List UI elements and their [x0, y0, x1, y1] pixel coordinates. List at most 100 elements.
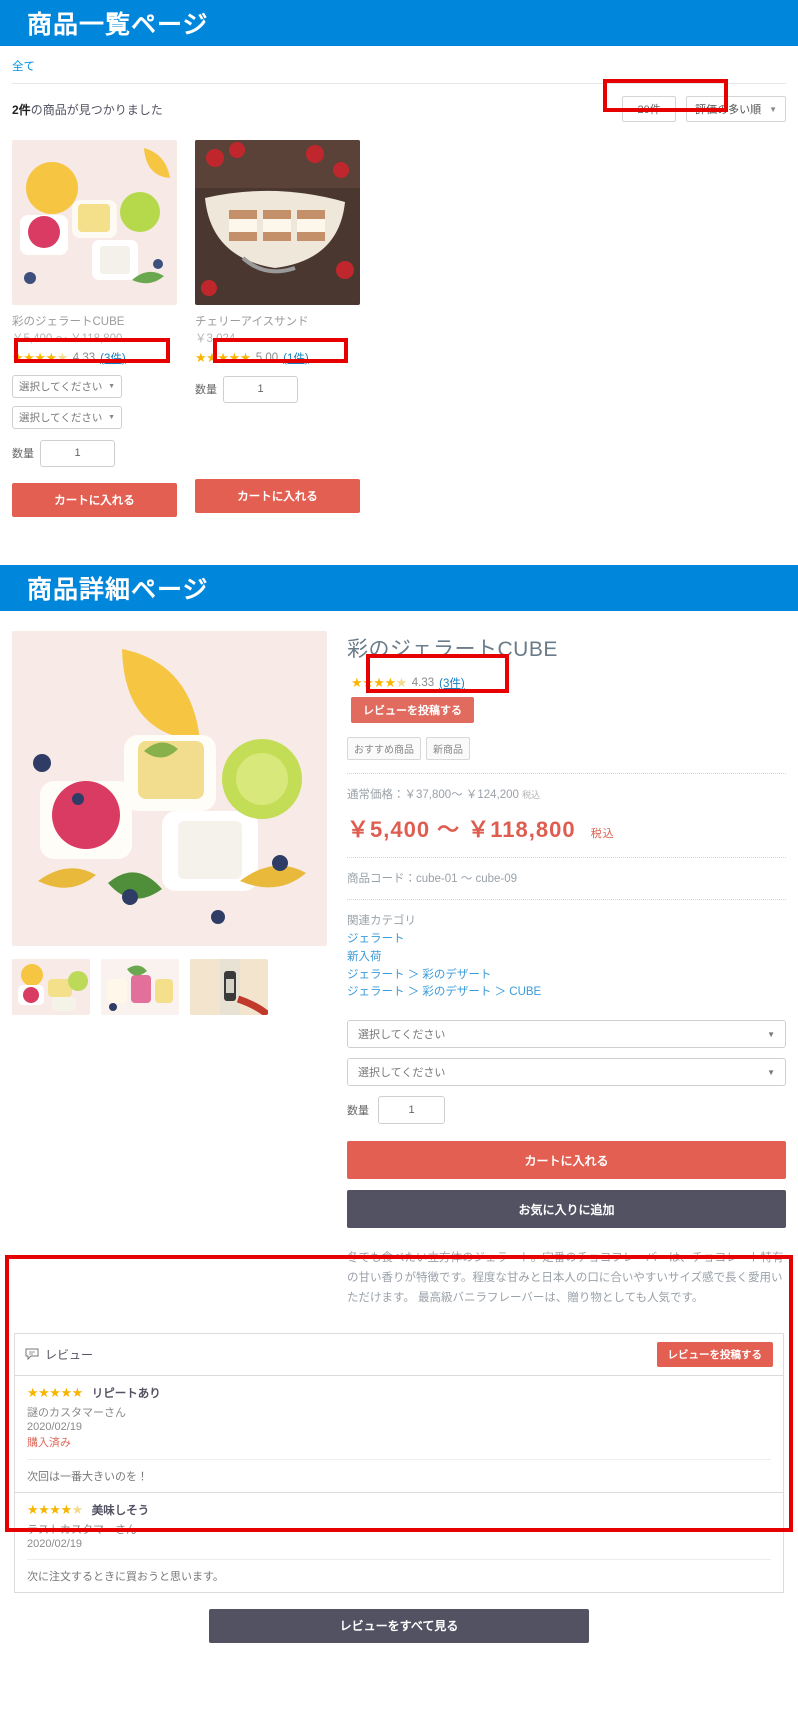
category-link-3[interactable]: ジェラート ＞ 彩のデザート — [347, 967, 786, 985]
product-grid: 彩のジェラートCUBE ￥5,400 ～ ￥118,800 ★★★★★ 4.33… — [12, 132, 786, 517]
rating-value-2: 5.00 — [255, 351, 279, 364]
per-page-select[interactable]: 20件 — [622, 96, 677, 122]
review-count-link-2[interactable]: (1件) — [283, 350, 309, 366]
chevron-down-icon: ▼ — [769, 104, 777, 114]
star-icon-group: ★★★★★ — [351, 676, 407, 689]
result-count-text: の商品が見つかりました — [30, 102, 163, 117]
tag-new: 新商品 — [426, 736, 470, 760]
stars-empty: ★ — [71, 1502, 84, 1518]
product-option-select-1a[interactable]: 選択してください ▼ — [12, 374, 122, 398]
detail-main-image[interactable] — [12, 630, 327, 946]
stars-filled: ★★★★ — [351, 675, 396, 691]
add-to-cart-button-1[interactable]: カートに入れる — [12, 482, 177, 517]
tag-recommended: おすすめ商品 — [347, 736, 421, 760]
detail-option-select-b[interactable]: 選択してください ▼ — [347, 1058, 786, 1087]
star-icon-group: ★★★★★ — [27, 1386, 83, 1399]
review-date-2: 2020/02/19 — [27, 1537, 83, 1550]
normal-price-label: 通常価格： — [347, 788, 405, 801]
detail-rating: ★★★★★ 4.33 (3件) — [351, 674, 786, 692]
star-half-icon: ★ — [56, 350, 69, 366]
category-link-1[interactable]: ジェラート — [347, 931, 786, 949]
per-page-label: 20件 — [637, 104, 661, 116]
listing-banner: 商品一覧ページ — [0, 0, 798, 46]
product-price-2: ￥3,024 — [195, 332, 236, 345]
thumbnail-photo-2 — [101, 958, 179, 1015]
category-link-2[interactable]: 新入荷 — [347, 949, 786, 967]
screenshot-root: 商品一覧ページ 全て 2件の商品が見つかりました 20件 評価の多い順 ▼ 彩の… — [0, 0, 798, 1673]
gelato-cube-main-photo — [12, 630, 327, 946]
breadcrumb[interactable]: 全て — [12, 46, 786, 84]
product-image-1[interactable] — [12, 140, 177, 305]
product-option-select-1b[interactable]: 選択してください ▼ — [12, 405, 122, 429]
quantity-row-2: 数量 1 — [195, 375, 360, 403]
detail-quantity-value: 1 — [408, 1104, 415, 1117]
speech-bubble-icon — [25, 1348, 39, 1361]
category-link-4[interactable]: ジェラート ＞ 彩のデザート ＞ CUBE — [347, 984, 786, 1002]
see-all-reviews-button[interactable]: レビューをすべて見る — [209, 1608, 589, 1643]
review-date-1: 2020/02/19 — [27, 1420, 83, 1433]
post-review-button[interactable]: レビューを投稿する — [351, 696, 474, 723]
detail-option-select-a[interactable]: 選択してください ▼ — [347, 1020, 786, 1049]
product-image-2[interactable] — [195, 140, 360, 305]
quantity-input-1[interactable]: 1 — [40, 439, 115, 467]
detail-thumbnail-1[interactable] — [12, 958, 90, 1015]
detail-banner-title: 商品詳細ページ — [27, 575, 209, 604]
stars-filled: ★★★★ — [12, 350, 57, 366]
review-title-2: 美味しそう — [91, 1504, 150, 1517]
review-author-1: 謎のカスタマーさん — [27, 1406, 126, 1419]
review-purchased-badge-1: 購入済み — [27, 1436, 71, 1449]
thumbnail-photo-3 — [190, 958, 268, 1015]
product-code-label: 商品コード： — [347, 872, 416, 885]
detail-quantity-input[interactable]: 1 — [378, 1096, 445, 1125]
sale-price-value: ￥5,400 ～ ￥118,800 — [347, 816, 576, 842]
add-to-favorites-button[interactable]: お気に入りに追加 — [347, 1190, 786, 1229]
related-categories-heading: 関連カテゴリ — [347, 914, 416, 927]
product-card-1[interactable]: 彩のジェラートCUBE ￥5,400 ～ ￥118,800 ★★★★★ 4.33… — [12, 140, 177, 517]
gelato-cube-photo — [12, 140, 177, 305]
product-code-row: 商品コード：cube-01 ～ cube-09 — [347, 870, 786, 886]
normal-price-row: 通常価格：￥37,800～ ￥124,200 税込 — [347, 786, 786, 802]
listing-body: 全て 2件の商品が見つかりました 20件 評価の多い順 ▼ 彩のジェラートCUB… — [0, 46, 798, 517]
detail-thumbnail-3[interactable] — [190, 958, 268, 1015]
product-name-2[interactable]: チェリーアイスサンド — [195, 314, 360, 331]
review-author-2: テストカスタマーさん — [27, 1523, 137, 1536]
detail-banner: 商品詳細ページ — [0, 564, 798, 611]
product-code-value: cube-01 ～ cube-09 — [416, 872, 518, 885]
sale-price-row: ￥5,400 ～ ￥118,800 税込 — [347, 812, 786, 844]
option-label-1a: 選択してください — [19, 380, 103, 393]
product-tags: おすすめ商品 新商品 — [347, 736, 786, 760]
quantity-input-2[interactable]: 1 — [223, 375, 298, 403]
product-rating-1: ★★★★★ 4.33 (3件) — [12, 349, 177, 367]
cherry-ice-sandwich-photo — [195, 140, 360, 305]
detail-review-count-link[interactable]: (3件) — [439, 675, 465, 691]
page-title: 彩のジェラートCUBE — [347, 637, 558, 661]
product-name-1[interactable]: 彩のジェラートCUBE — [12, 314, 177, 331]
detail-quantity-label: 数量 — [347, 1105, 369, 1118]
review-header-title: レビュー — [45, 1347, 94, 1362]
quantity-label-1: 数量 — [12, 448, 34, 461]
thumbnail-photo-1 — [12, 958, 90, 1015]
detail-body: 彩のジェラートCUBE ★★★★★ 4.33 (3件) レビューを投稿する おす… — [0, 611, 798, 1309]
product-card-2[interactable]: チェリーアイスサンド ￥3,024 ★★★★★ 5.00 (1件) 数量 1 カ… — [195, 140, 360, 517]
detail-rating-block: ★★★★★ 4.33 (3件) レビューを投稿する — [347, 670, 786, 723]
review-title-1: リピートあり — [91, 1387, 161, 1400]
detail-option-label-b: 選択してください — [358, 1067, 446, 1080]
review-count-link-1[interactable]: (3件) — [100, 350, 126, 366]
breadcrumb-all[interactable]: 全て — [12, 61, 35, 73]
quantity-value-1: 1 — [74, 447, 81, 460]
detail-info: 彩のジェラートCUBE ★★★★★ 4.33 (3件) レビューを投稿する おす… — [347, 631, 786, 1309]
option-label-1b: 選択してください — [19, 411, 103, 424]
review-post-button[interactable]: レビューを投稿する — [656, 1341, 773, 1367]
star-icon-group: ★★★★★ — [12, 351, 68, 364]
review-item-top-1: ★★★★★ リピートあり — [27, 1385, 771, 1401]
quantity-row-1: 数量 1 — [12, 439, 177, 467]
detail-thumbnail-2[interactable] — [101, 958, 179, 1015]
sort-order-select[interactable]: 評価の多い順 ▼ — [686, 96, 786, 122]
add-to-cart-button-2[interactable]: カートに入れる — [195, 478, 360, 513]
result-count: 2件の商品が見つかりました — [12, 101, 163, 118]
star-icon-group: ★★★★★ — [195, 351, 251, 364]
listing-controls: 20件 評価の多い順 ▼ — [622, 96, 786, 122]
detail-add-to-cart-button[interactable]: カートに入れる — [347, 1141, 786, 1180]
normal-price-value: ￥37,800～ ￥124,200 — [404, 788, 519, 801]
chevron-down-icon: ▼ — [767, 1029, 775, 1039]
